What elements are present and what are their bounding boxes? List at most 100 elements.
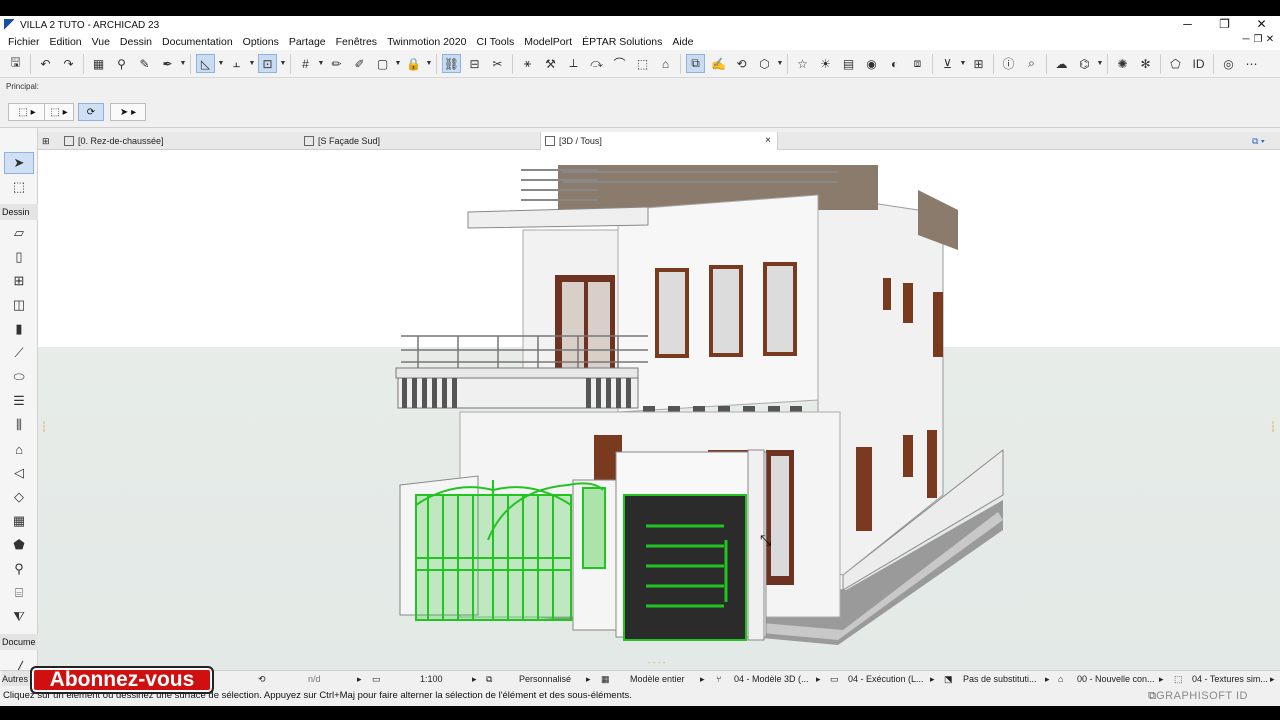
status-arrow-icon[interactable]: ▸ bbox=[357, 671, 362, 687]
selection-method-button[interactable]: ⬚ ▸ bbox=[8, 103, 46, 121]
lock-icon[interactable]: 🔒 bbox=[404, 54, 423, 73]
menu-vue[interactable]: Vue bbox=[87, 36, 115, 48]
materials-icon[interactable]: ▤ bbox=[839, 54, 858, 73]
status-arrow-icon[interactable]: ▸ bbox=[816, 671, 821, 687]
guide-lines-icon[interactable]: ◺ bbox=[196, 54, 215, 73]
menu-dessin[interactable]: Dessin bbox=[115, 36, 157, 48]
intersect-icon[interactable]: ⟂ bbox=[564, 54, 583, 73]
window-tool-icon[interactable]: ⊞ bbox=[8, 270, 30, 292]
save-icon[interactable]: 🖫 bbox=[6, 54, 25, 73]
menu-partage[interactable]: Partage bbox=[284, 36, 331, 48]
explode-icon[interactable]: ⬚ bbox=[633, 54, 652, 73]
menu-documentation[interactable]: Documentation bbox=[157, 36, 238, 48]
arrow-select-tool-icon[interactable]: ➤ bbox=[4, 152, 34, 174]
tab-navigator-icon[interactable]: ⧉ ▾ bbox=[1248, 132, 1280, 150]
syringe-icon[interactable]: ✒ bbox=[158, 54, 177, 73]
zone-tool-icon[interactable]: ⚲ bbox=[8, 558, 30, 580]
dimension-icon[interactable]: ⊟ bbox=[465, 54, 484, 73]
menu-modelport[interactable]: ModelPort bbox=[519, 36, 577, 48]
mesh-tool-icon[interactable]: ⌸ bbox=[8, 582, 30, 604]
object-icon[interactable]: ⬠ bbox=[1166, 54, 1185, 73]
object-tool-icon[interactable]: ◫ bbox=[8, 294, 30, 316]
adjust-icon[interactable]: ⚒ bbox=[541, 54, 560, 73]
menu-options[interactable]: Options bbox=[238, 36, 284, 48]
eyedropper-icon[interactable]: ✎ bbox=[135, 54, 154, 73]
morph-tool-icon[interactable]: ⬟ bbox=[8, 534, 30, 556]
status-arrow-icon[interactable]: ▸ bbox=[930, 671, 935, 687]
group-icon[interactable]: ⛓ bbox=[442, 54, 461, 73]
fillet-icon[interactable]: ⌒ bbox=[610, 54, 629, 73]
tab-3d-tous[interactable]: [3D / Tous] × bbox=[540, 132, 778, 150]
menu-fenetres[interactable]: Fenêtres bbox=[331, 36, 382, 48]
dropdown-arrow-icon[interactable]: ▼ bbox=[248, 54, 256, 73]
menu-aide[interactable]: Aide bbox=[667, 36, 698, 48]
undo-zoom-icon[interactable]: ⟲ bbox=[258, 671, 266, 687]
pointer-mode-button[interactable]: ➤ ▸ bbox=[110, 103, 146, 121]
toolbox-section-docume[interactable]: Docume bbox=[0, 634, 38, 650]
close-button[interactable]: ✕ bbox=[1243, 16, 1280, 32]
restore-button[interactable]: ❐ bbox=[1206, 16, 1243, 32]
render-icon[interactable]: ◐ bbox=[885, 54, 904, 73]
dropdown-arrow-icon[interactable]: ▼ bbox=[394, 54, 402, 73]
model-view-options[interactable]: 04 - Exécution (L... bbox=[848, 671, 924, 687]
more-tools-icon[interactable]: ⋯ bbox=[1242, 54, 1261, 73]
pen-icon[interactable]: ✐ bbox=[350, 54, 369, 73]
graphisoft-id-brand[interactable]: GRAPHISOFT ID bbox=[1156, 686, 1248, 706]
globe-icon[interactable]: ◉ bbox=[862, 54, 881, 73]
undo-icon[interactable]: ↶ bbox=[36, 54, 55, 73]
dropdown-arrow-icon[interactable]: ▼ bbox=[425, 54, 433, 73]
snap-points-icon[interactable]: ⊡ bbox=[258, 54, 277, 73]
roof-tool-icon[interactable]: ⌂ bbox=[8, 438, 30, 460]
dropdown-arrow-icon[interactable]: ▼ bbox=[279, 54, 287, 73]
zoom-icon[interactable]: ⊞ bbox=[969, 54, 988, 73]
3d-style[interactable]: 04 - Textures sim... bbox=[1192, 671, 1268, 687]
status-arrow-icon[interactable]: ▸ bbox=[586, 671, 591, 687]
tab-facade-sud[interactable]: [S Façade Sud] bbox=[300, 132, 540, 150]
cloud-icon[interactable]: ☁ bbox=[1052, 54, 1071, 73]
3d-navigation-icon[interactable]: ⧉ bbox=[686, 54, 705, 73]
dropdown-arrow-icon[interactable]: ▼ bbox=[217, 54, 225, 73]
status-arrow-icon[interactable]: ▸ bbox=[1159, 671, 1164, 687]
marquee-tool-icon[interactable]: ⬚ bbox=[8, 176, 30, 198]
magic-wand-icon[interactable]: ⚲ bbox=[112, 54, 131, 73]
section-tool-icon[interactable]: ⧨ bbox=[8, 606, 30, 628]
3d-model-view[interactable]: ⤡ ┆ ┆ - - - - bbox=[38, 150, 1280, 670]
roof-icon[interactable]: ⌂ bbox=[656, 54, 675, 73]
renovation-filter[interactable]: 00 - Nouvelle con... bbox=[1077, 671, 1155, 687]
split-icon[interactable]: ⚹ bbox=[518, 54, 537, 73]
mdi-restore-button[interactable]: ❐ bbox=[1252, 34, 1264, 45]
toolbox-section-dessin[interactable]: Dessin bbox=[0, 204, 38, 220]
3d-view-icon[interactable]: ⬡ bbox=[755, 54, 774, 73]
eye-icon[interactable]: ◎ bbox=[1219, 54, 1238, 73]
orbit-icon[interactable]: ⟲ bbox=[732, 54, 751, 73]
star-icon[interactable]: ☆ bbox=[793, 54, 812, 73]
dropdown-arrow-icon[interactable]: ▼ bbox=[1096, 54, 1104, 73]
3d-pen-icon[interactable]: ✍ bbox=[709, 54, 728, 73]
door-tool-icon[interactable]: ▯ bbox=[8, 246, 30, 268]
grid-icon[interactable]: # bbox=[296, 54, 315, 73]
plugin-tools-icon[interactable]: ✻ bbox=[1136, 54, 1155, 73]
teamwork-icon[interactable]: ⧉ bbox=[1148, 686, 1156, 706]
dropdown-arrow-icon[interactable]: ▼ bbox=[179, 54, 187, 73]
dropdown-arrow-icon[interactable]: ▼ bbox=[317, 54, 325, 73]
grid-snap-icon[interactable]: ▦ bbox=[89, 54, 108, 73]
minimize-button[interactable]: ─ bbox=[1169, 16, 1206, 32]
tab-rez-de-chaussee[interactable]: [0. Rez-de-chaussée] bbox=[60, 132, 300, 150]
wall-tool-icon[interactable]: ▱ bbox=[8, 222, 30, 244]
menu-twinmotion[interactable]: Twinmotion 2020 bbox=[382, 36, 471, 48]
beam-tool-icon[interactable]: ⟋ bbox=[8, 342, 30, 364]
zoom-value[interactable]: n/d bbox=[308, 671, 321, 687]
menu-eptar[interactable]: ÉPTAR Solutions bbox=[577, 36, 667, 48]
id-icon[interactable]: ID bbox=[1189, 54, 1208, 73]
pen-set[interactable]: 04 - Modèle 3D (... bbox=[734, 671, 809, 687]
dropdown-arrow-icon[interactable]: ▼ bbox=[776, 54, 784, 73]
info-icon[interactable]: ⓘ bbox=[999, 54, 1018, 73]
redo-icon[interactable]: ↷ bbox=[59, 54, 78, 73]
menu-fichier[interactable]: Fichier bbox=[3, 36, 45, 48]
scale-value[interactable]: 1:100 bbox=[420, 671, 443, 687]
marquee-shape-button[interactable]: ⬚ ▸ bbox=[44, 103, 74, 121]
menu-ci-tools[interactable]: CI Tools bbox=[471, 36, 519, 48]
skylight-tool-icon[interactable]: ◇ bbox=[8, 486, 30, 508]
fit-in-window-icon[interactable]: ⊻ bbox=[938, 54, 957, 73]
arrow-tool-mode-button[interactable]: ⟳ bbox=[78, 103, 104, 121]
